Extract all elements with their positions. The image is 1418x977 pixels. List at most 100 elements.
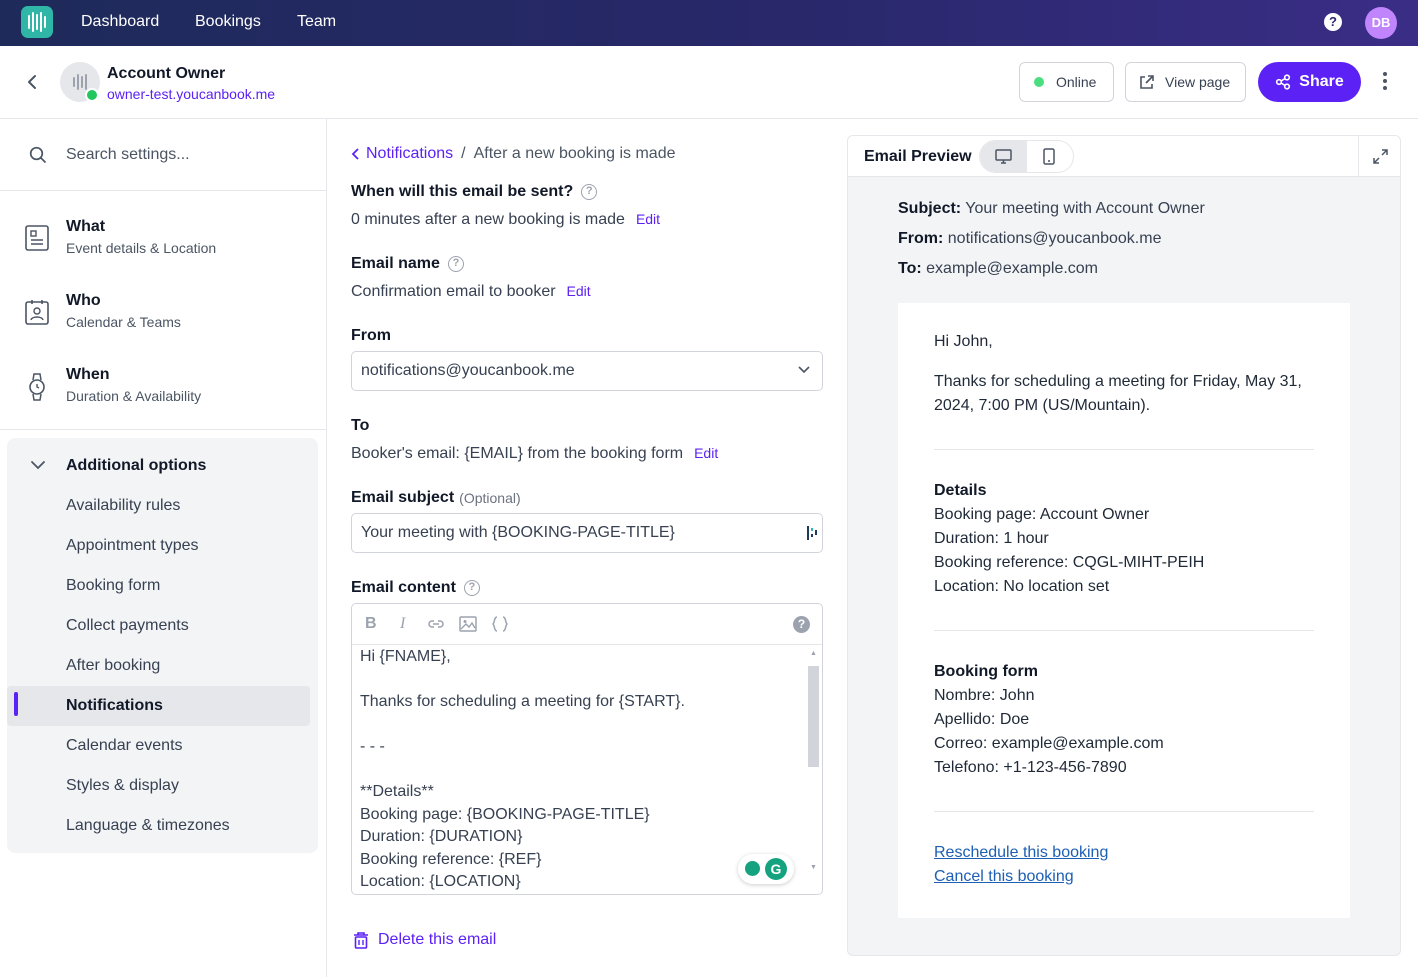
email-preview-title: Email Preview [864,148,972,165]
link-icon[interactable] [427,617,445,631]
preview-subject: Subject: Your meeting with Account Owner [898,200,1205,218]
grammarly-icon[interactable]: G [765,858,787,880]
scroll-up-arrow-icon[interactable]: ▲ [810,650,817,657]
settings-search [0,119,326,191]
breadcrumb-notifications-link[interactable]: Notifications [351,145,453,163]
sidebar-item-booking-form[interactable]: Booking form [7,566,310,606]
online-status-button[interactable]: Online [1019,62,1114,102]
device-toggle [979,140,1074,173]
search-icon [29,146,47,164]
sidebar-item-subtitle: Duration & Availability [66,388,202,404]
youcanbook-logo-icon[interactable] [21,6,53,38]
sidebar-item-what[interactable]: What Event details & Location [0,218,326,278]
account-url-link[interactable]: owner-test.youcanbook.me [107,86,275,102]
email-content-label: Email content ? [351,579,480,597]
chevron-left-icon [351,148,359,160]
preview-form-line: Telefono: +1-123-456-7890 [934,759,1127,776]
additional-options-toggle[interactable]: Additional options [66,457,206,475]
share-button[interactable]: Share [1258,62,1361,102]
preview-detail-line: Booking page: Account Owner [934,506,1150,523]
share-label: Share [1299,73,1344,90]
email-subject-label: Email subject (Optional) [351,489,521,507]
nav-dashboard[interactable]: Dashboard [81,13,159,31]
preview-details-title: Details [934,482,987,499]
edit-to-link[interactable]: Edit [694,445,718,461]
email-preview-header: Email Preview [848,136,1400,177]
email-content-textarea[interactable]: Hi {FNAME}, Thanks for scheduling a meet… [360,646,800,894]
mobile-phone-icon [1043,148,1055,165]
lightbulb-icon[interactable] [745,861,760,876]
bold-button[interactable]: B [365,615,377,633]
preview-from-key: From: [898,230,944,247]
delete-email-button[interactable]: Delete this email [353,931,496,949]
back-arrow-icon[interactable] [24,72,42,92]
sidebar-item-when[interactable]: When Duration & Availability [0,366,326,426]
sidebar-item-styles-display[interactable]: Styles & display [7,766,310,806]
sidebar-divider [0,429,326,430]
desktop-view-button[interactable] [980,141,1027,172]
variable-picker-icon[interactable] [807,526,817,540]
send-time-label-text: When will this email be sent? [351,183,574,200]
email-content-editor[interactable]: B I ? Hi {FNAME}, Thanks for scheduling … [351,603,823,895]
from-select[interactable]: notifications@youcanbook.me [351,351,823,391]
scroll-down-arrow-icon[interactable]: ▼ [810,864,817,871]
user-avatar[interactable]: DB [1365,7,1397,39]
edit-email-name-link[interactable]: Edit [567,283,591,299]
editor-scrollbar-thumb[interactable] [808,666,819,767]
from-label: From [351,327,391,344]
preview-form-line: Apellido: Doe [934,711,1030,728]
to-label: To [351,417,370,434]
preview-form-line: Correo: example@example.com [934,735,1164,752]
sidebar-item-appointment-types[interactable]: Appointment types [7,526,310,566]
question-icon[interactable]: ? [581,184,598,200]
question-icon[interactable]: ? [447,256,464,272]
sidebar-item-notifications[interactable]: Notifications [7,686,310,726]
sidebar-item-subtitle: Calendar & Teams [66,314,181,330]
share-icon [1276,74,1291,90]
edit-send-time-link[interactable]: Edit [636,211,660,227]
image-icon[interactable] [459,616,477,632]
chevron-down-icon[interactable] [30,459,46,471]
sidebar-item-after-booking[interactable]: After booking [7,646,310,686]
preview-subject-value: Your meeting with Account Owner [965,200,1205,217]
nav-team[interactable]: Team [297,13,336,31]
preview-from: From: notifications@youcanbook.me [898,230,1161,248]
from-select-value: notifications@youcanbook.me [361,362,575,379]
question-icon[interactable]: ? [463,580,480,596]
email-editor-panel: Notifications / After a new booking is m… [327,119,847,977]
cancel-booking-link[interactable]: Cancel this booking [934,865,1074,889]
reschedule-booking-link[interactable]: Reschedule this booking [934,841,1108,865]
view-page-button[interactable]: View page [1125,62,1246,102]
sidebar-item-language-timezones[interactable]: Language & timezones [7,806,310,846]
preview-divider [934,449,1314,450]
italic-button[interactable]: I [400,615,405,633]
sidebar-item-calendar-events[interactable]: Calendar events [7,726,310,766]
settings-sidebar: What Event details & Location Who Calend… [0,119,327,977]
page-header: Account Owner owner-test.youcanbook.me O… [0,46,1418,119]
active-item-indicator [14,692,18,716]
preview-intro-line-2: 2024, 7:00 PM (US/Mountain). [934,397,1151,414]
search-input[interactable] [66,143,306,167]
help-icon[interactable]: ? [1324,13,1342,31]
mobile-view-button[interactable] [1027,141,1073,172]
editor-help-icon[interactable]: ? [793,616,810,633]
editor-toolbar: B I ? [352,604,822,645]
view-page-label: View page [1165,74,1231,90]
sidebar-item-title: When [66,366,110,383]
preview-intro-line-1: Thanks for scheduling a meeting for Frid… [934,373,1302,390]
nav-bookings[interactable]: Bookings [195,13,261,31]
preview-from-value: notifications@youcanbook.me [947,230,1162,247]
breadcrumb-parent-label: Notifications [366,145,454,162]
expand-preview-button[interactable] [1358,136,1400,177]
grammarly-widget[interactable]: G [738,854,794,884]
more-options-icon[interactable] [1376,72,1394,92]
to-value: Booker's email: {EMAIL} from the booking… [351,445,684,462]
code-braces-icon[interactable] [491,616,509,632]
sidebar-item-who[interactable]: Who Calendar & Teams [0,292,326,352]
sidebar-item-collect-payments[interactable]: Collect payments [7,606,310,646]
email-subject-label-text: Email subject [351,489,455,506]
preview-form-title: Booking form [934,663,1038,680]
sidebar-item-availability-rules[interactable]: Availability rules [7,486,310,526]
send-time-label: When will this email be sent? ? [351,183,598,201]
email-subject-input[interactable]: Your meeting with {BOOKING-PAGE-TITLE} [351,513,823,553]
